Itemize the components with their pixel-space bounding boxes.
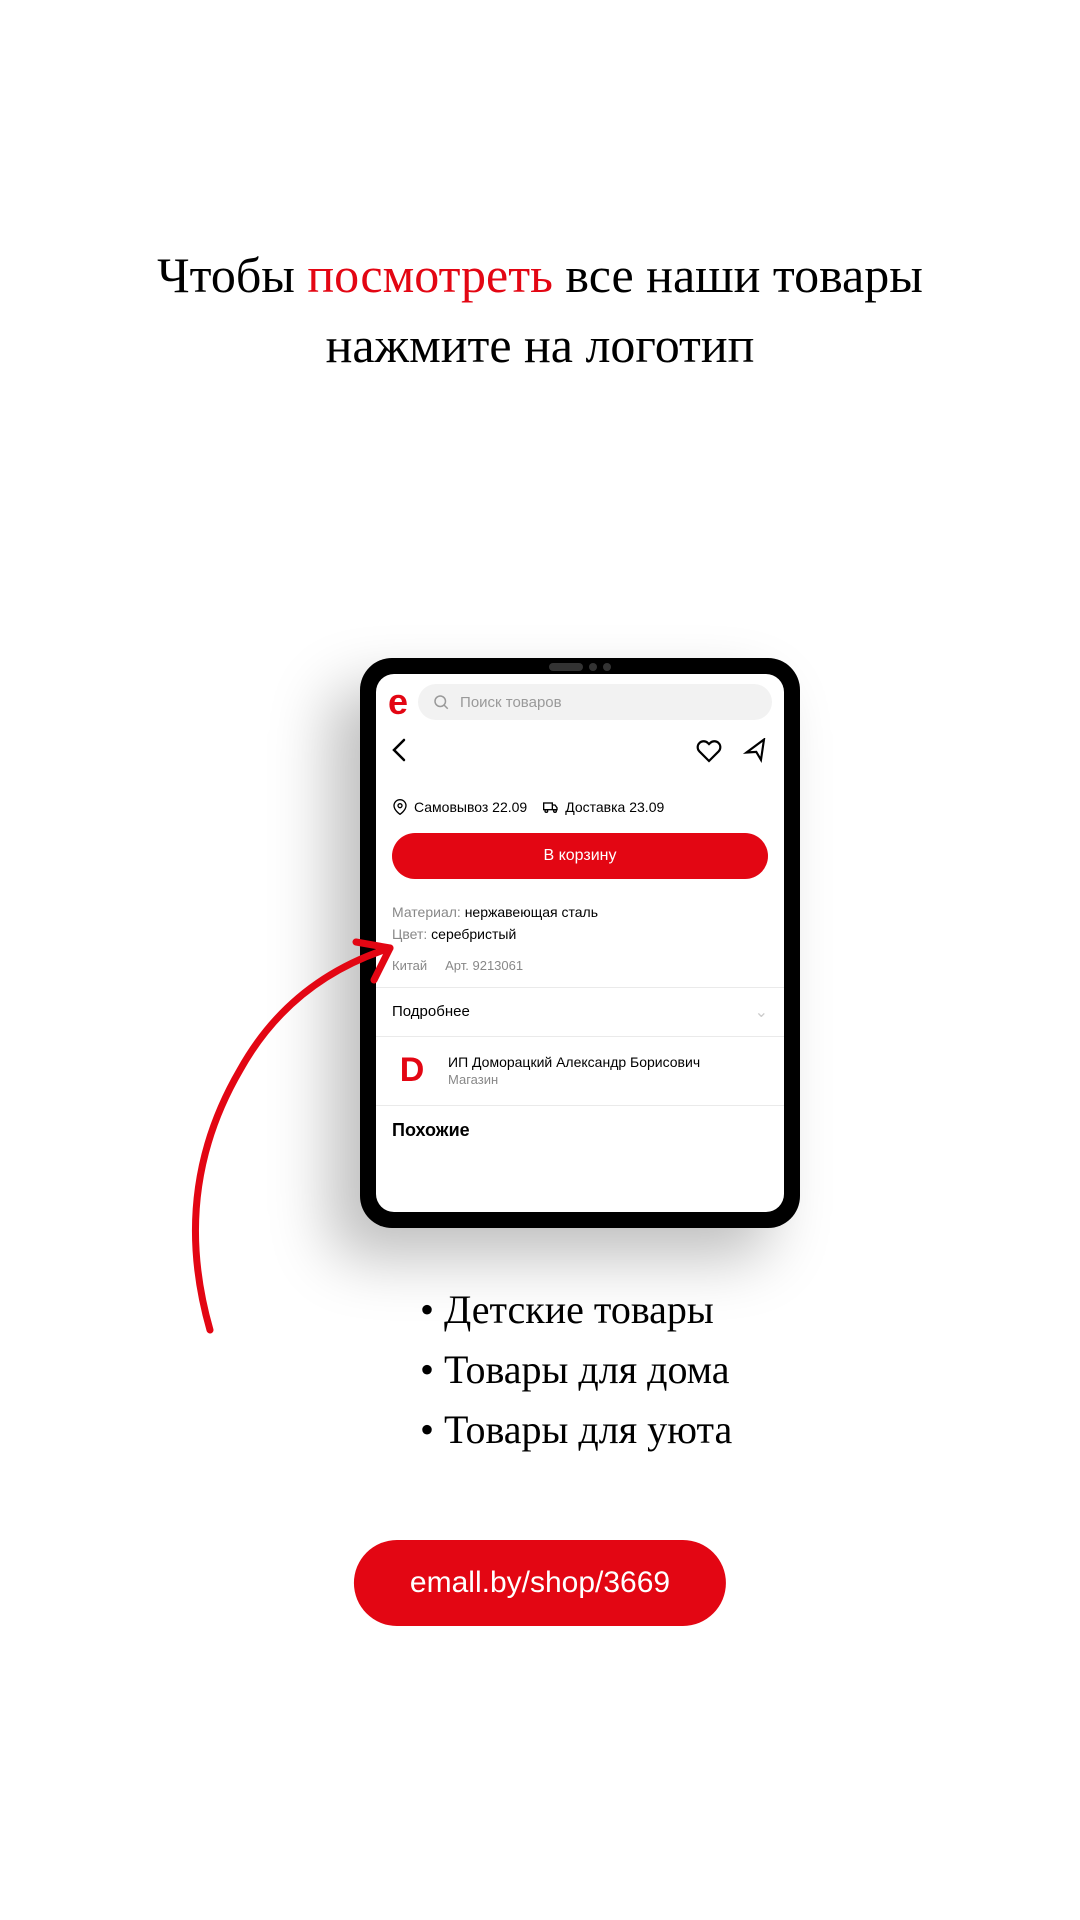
article-number: Арт. 9213061 <box>445 958 523 973</box>
search-placeholder: Поиск товаров <box>460 694 562 711</box>
brand-logo[interactable]: e <box>388 684 408 720</box>
material-value: нержавеющая сталь <box>465 904 598 920</box>
share-button[interactable] <box>742 738 768 769</box>
similar-products-heading: Похожие <box>376 1106 784 1141</box>
back-button[interactable] <box>392 738 406 769</box>
add-to-cart-button[interactable]: В корзину <box>392 833 768 879</box>
app-header: e Поиск товаров <box>376 674 784 726</box>
seller-name: ИП Доморацкий Александр Борисович <box>448 1054 768 1070</box>
tablet-device-frame: e Поиск товаров Самовывоз 22 <box>360 658 800 1228</box>
favorite-button[interactable] <box>696 738 722 769</box>
details-expand[interactable]: Подробнее ⌄ <box>376 988 784 1036</box>
seller-link[interactable]: D ИП Доморацкий Александр Борисович Мага… <box>376 1037 784 1105</box>
material-label: Материал: <box>392 904 465 920</box>
pickup-text: Самовывоз 22.09 <box>414 799 527 815</box>
shipping-info: Доставка 23.09 <box>543 799 664 815</box>
headline-accent: посмотреть <box>307 247 552 303</box>
share-icon <box>742 738 768 764</box>
search-icon <box>432 693 450 711</box>
pickup-info: Самовывоз 22.09 <box>392 799 527 815</box>
search-input[interactable]: Поиск товаров <box>418 684 772 720</box>
category-list: Детские товары Товары для дома Товары дл… <box>420 1280 732 1460</box>
location-icon <box>392 799 408 815</box>
seller-type: Магазин <box>448 1072 768 1087</box>
instruction-headline: Чтобы посмотреть все наши товары нажмите… <box>0 240 1080 380</box>
heart-icon <box>696 738 722 764</box>
country-origin: Китай <box>392 958 427 973</box>
headline-part1: Чтобы <box>157 247 307 303</box>
seller-logo: D <box>392 1051 432 1091</box>
tablet-notch <box>549 663 611 671</box>
list-item: Товары для дома <box>420 1340 732 1400</box>
product-meta: Китай Арт. 9213061 <box>376 950 784 987</box>
color-value: серебристый <box>431 926 516 942</box>
truck-icon <box>543 799 559 815</box>
color-label: Цвет: <box>392 926 431 942</box>
headline-line2: нажмите на логотип <box>326 317 755 373</box>
shop-url-button[interactable]: emall.by/shop/3669 <box>354 1540 726 1626</box>
tablet-screen: e Поиск товаров Самовывоз 22 <box>376 674 784 1212</box>
details-label: Подробнее <box>392 1003 470 1020</box>
url-text: emall.by/shop/3669 <box>410 1566 670 1599</box>
nav-row <box>376 726 784 777</box>
list-item: Детские товары <box>420 1280 732 1340</box>
headline-part2: все наши товары <box>553 247 923 303</box>
cart-label: В корзину <box>543 847 616 864</box>
shipping-text: Доставка 23.09 <box>565 799 664 815</box>
chevron-down-icon: ⌄ <box>755 1002 768 1022</box>
delivery-info: Самовывоз 22.09 Доставка 23.09 <box>376 777 784 827</box>
list-item: Товары для уюта <box>420 1400 732 1460</box>
product-specs: Материал: нержавеющая сталь Цвет: серебр… <box>376 893 784 950</box>
